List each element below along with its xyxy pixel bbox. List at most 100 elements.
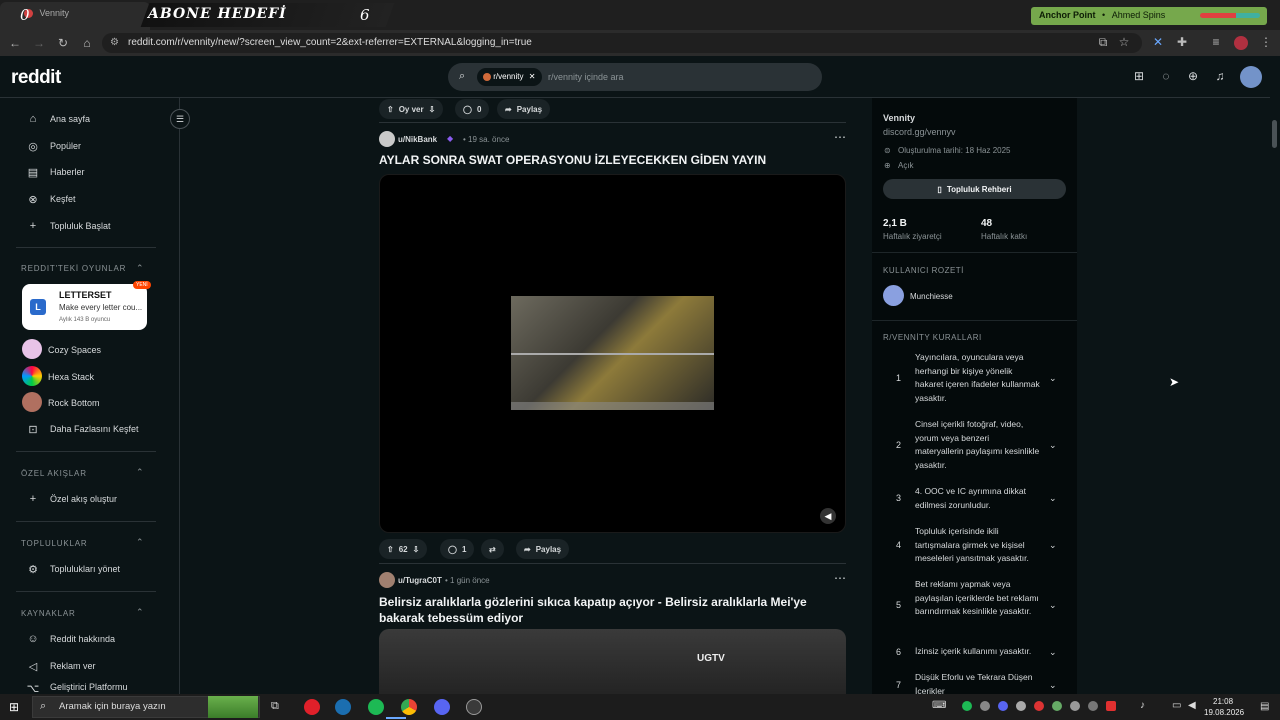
rule-text[interactable]: Bet reklamı yapmak veya paylaşılan içeri… <box>915 578 1040 619</box>
resources-heading[interactable]: KAYNAKLAR <box>21 609 76 618</box>
sidebar-item-more-games[interactable]: ⊡ Daha Fazlasını Keşfet <box>26 418 166 440</box>
steam-icon[interactable] <box>335 699 351 715</box>
game-rock-bottom[interactable]: Rock Bottom <box>48 398 100 408</box>
badge-user[interactable]: Munchiesse <box>910 292 953 301</box>
subreddit-chip[interactable]: r/vennity ✕ <box>477 68 542 86</box>
spotify-icon[interactable] <box>368 699 384 715</box>
user-avatar[interactable] <box>1240 66 1262 88</box>
author-avatar[interactable] <box>379 572 395 588</box>
sidebar-item-advertise[interactable]: ◁ Reklam ver <box>26 655 166 677</box>
communities-heading[interactable]: TOPLULUKLAR <box>21 539 87 548</box>
tray-spotify-icon[interactable] <box>962 701 972 711</box>
chevron-down-icon[interactable]: ⌄ <box>1049 600 1057 611</box>
microphone-icon[interactable]: ♪ <box>1140 700 1145 711</box>
clock-date[interactable]: 19.08.2026 <box>1204 708 1244 717</box>
clock-time[interactable]: 21:08 <box>1213 697 1233 706</box>
install-icon[interactable]: ⧉ <box>1095 34 1111 50</box>
reload-icon[interactable]: ↻ <box>55 35 71 51</box>
share-button[interactable]: ➦ Paylaş <box>516 539 570 559</box>
sidebar-collapse-icon[interactable]: ☰ <box>170 109 190 129</box>
sidebar-item-manage-communities[interactable]: ⚙ Toplulukları yönet <box>26 558 166 580</box>
sidebar-item-popular[interactable]: ◎ Popüler <box>26 135 166 157</box>
community-link[interactable]: discord.gg/vennyv <box>883 127 956 137</box>
chevron-up-icon[interactable]: ⌃ <box>136 537 144 548</box>
chevron-down-icon[interactable]: ⌄ <box>1049 373 1057 384</box>
crosspost-button[interactable]: ⇄ <box>481 539 504 559</box>
rule-text[interactable]: 4. OOC ve IC ayrımına dikkat edilmesi zo… <box>915 485 1040 512</box>
rule-text[interactable]: Düşük Eforlu ve Tekrara Düşen İçerikler <box>915 671 1040 694</box>
sidebar-item-explore[interactable]: ⊗ Keşfet <box>26 188 166 210</box>
downvote-icon[interactable]: ⇩ <box>413 545 420 554</box>
rule-text[interactable]: Topluluk içerisinde ikili tartışmalara g… <box>915 525 1040 566</box>
rule-text[interactable]: Cinsel içerikli fotoğraf, video, yorum v… <box>915 418 1040 472</box>
vote-control[interactable]: ⇧ 62 ⇩ <box>379 539 428 559</box>
post-author[interactable]: u/TugraC0T <box>398 576 442 585</box>
tray-app-icon[interactable] <box>1070 701 1080 711</box>
game-cozy-spaces[interactable]: Cozy Spaces <box>48 345 101 355</box>
page-scrollbar[interactable] <box>1270 56 1280 694</box>
games-heading[interactable]: REDDIT'TEKİ OYUNLAR <box>21 264 126 273</box>
video-player[interactable] <box>379 629 846 699</box>
profile-avatar-icon[interactable] <box>1234 36 1248 50</box>
author-avatar[interactable] <box>379 131 395 147</box>
rule-text[interactable]: Yayıncılara, oyunculara veya herhangi bi… <box>915 351 1040 405</box>
obs-icon[interactable] <box>466 699 482 715</box>
opera-icon[interactable] <box>304 699 320 715</box>
tray-app-icon[interactable] <box>1088 701 1098 711</box>
sidebar-item-home[interactable]: ⌂ Ana sayfa <box>26 108 166 130</box>
media-control-icon[interactable]: ≡ <box>1208 34 1224 50</box>
advertise-icon[interactable]: ⊞ <box>1131 68 1147 84</box>
sidebar-item-start-community[interactable]: + Topluluk Başlat <box>26 215 166 237</box>
share-button[interactable]: ➦ Paylaş <box>497 99 551 119</box>
chevron-up-icon[interactable]: ⌃ <box>136 263 144 274</box>
community-guide-button[interactable]: ▯ Topluluk Rehberi <box>883 179 1066 199</box>
chevron-down-icon[interactable]: ⌄ <box>1049 680 1057 691</box>
notification-center-icon[interactable]: ▤ <box>1260 701 1269 712</box>
keyboard-icon[interactable]: ⌨ <box>932 700 946 711</box>
tray-app-icon[interactable] <box>1106 701 1116 711</box>
forward-icon[interactable]: → <box>31 35 47 51</box>
create-post-icon[interactable]: ⊕ <box>1185 68 1201 84</box>
rule-text[interactable]: İzinsiz içerik kullanımı yasaktır. <box>915 645 1040 659</box>
scrollbar-thumb[interactable] <box>1272 120 1277 148</box>
sidebar-item-news[interactable]: ▤ Haberler <box>26 161 166 183</box>
comments-button[interactable]: ◯ 1 <box>440 539 475 559</box>
tray-app-icon[interactable] <box>1016 701 1026 711</box>
extension-icon[interactable]: ✕ <box>1150 34 1166 50</box>
more-options-icon[interactable]: ⋯ <box>834 130 846 144</box>
site-info-icon[interactable]: ⚙ <box>110 37 119 48</box>
upvote-icon[interactable]: ⇧ <box>387 105 394 114</box>
chevron-down-icon[interactable]: ⌄ <box>1049 540 1057 551</box>
reddit-logo[interactable]: reddit <box>11 67 61 89</box>
notification-bell-icon[interactable]: ♫ <box>1212 68 1228 84</box>
browser-menu-icon[interactable]: ⋮ <box>1258 34 1274 50</box>
chevron-down-icon[interactable]: ⌄ <box>1049 647 1057 658</box>
comments-button[interactable]: ◯ 0 <box>455 99 490 119</box>
task-view-icon[interactable]: ⧉ <box>271 700 279 713</box>
tray-app-icon[interactable] <box>1052 701 1062 711</box>
chevron-up-icon[interactable]: ⌃ <box>136 467 144 478</box>
chevron-down-icon[interactable]: ⌄ <box>1049 440 1057 451</box>
discord-icon[interactable] <box>434 699 450 715</box>
back-icon[interactable]: ← <box>7 35 23 51</box>
chrome-icon[interactable] <box>401 699 417 715</box>
post-title[interactable]: AYLAR SONRA SWAT OPERASYONU İZLEYECEKKEN… <box>379 153 766 167</box>
windows-start-icon[interactable]: ⊞ <box>9 700 19 714</box>
extensions-puzzle-icon[interactable]: ✚ <box>1174 34 1190 50</box>
vote-control[interactable]: ⇧ Oy ver ⇩ <box>379 99 444 119</box>
upvote-icon[interactable]: ⇧ <box>387 545 394 554</box>
downvote-icon[interactable]: ⇩ <box>429 105 436 114</box>
chevron-up-icon[interactable]: ⌃ <box>136 607 144 618</box>
sidebar-item-create-feed[interactable]: + Özel akış oluştur <box>26 488 166 510</box>
more-options-icon[interactable]: ⋯ <box>834 571 846 585</box>
sidebar-item-developer[interactable]: ⌥ Geliştirici Platformu <box>26 682 166 694</box>
chevron-down-icon[interactable]: ⌄ <box>1049 493 1057 504</box>
post-author[interactable]: u/NikBank <box>398 135 437 144</box>
custom-feeds-heading[interactable]: ÖZEL AKIŞLAR <box>21 469 87 478</box>
volume-icon[interactable]: ◀ <box>820 508 836 524</box>
tray-discord-icon[interactable] <box>998 701 1008 711</box>
sidebar-item-about[interactable]: ☺ Reddit hakkında <box>26 628 166 650</box>
home-browser-icon[interactable]: ⌂ <box>79 35 95 51</box>
network-icon[interactable]: ▭ <box>1172 700 1181 711</box>
tray-app-icon[interactable] <box>1034 701 1044 711</box>
